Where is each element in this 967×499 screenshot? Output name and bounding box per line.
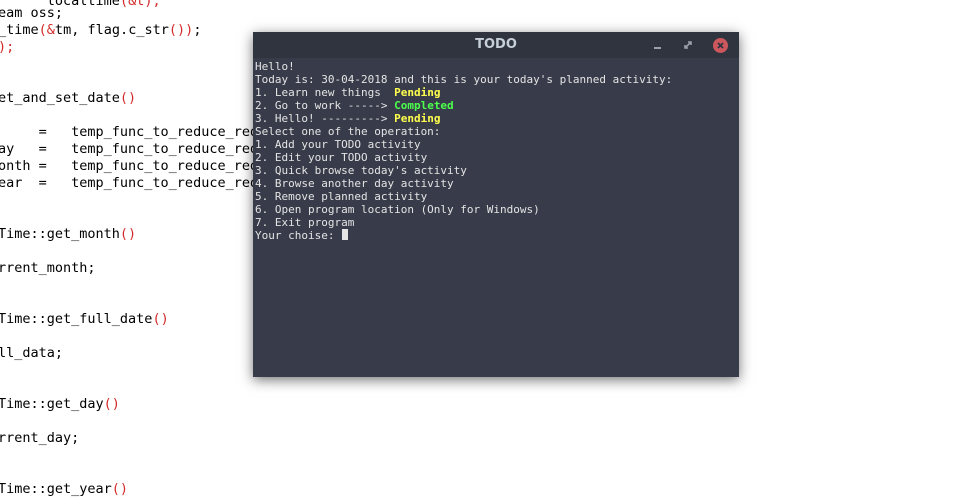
code-token: ()	[152, 311, 169, 327]
menu-option-add: 1. Add your TODO activity	[255, 138, 421, 151]
code-line: Time::get_full_date()	[0, 311, 169, 328]
code-line: rrent_month;	[0, 260, 96, 277]
code-token: Time::get_month	[0, 226, 120, 242]
activity-line: 2. Go to work -----> Completed	[255, 99, 737, 112]
code-token: Time::get_full_date	[0, 311, 153, 327]
select-prompt: Select one of the operation:	[255, 125, 441, 138]
close-button[interactable]	[713, 38, 728, 53]
code-line: rrent_day;	[0, 430, 79, 447]
code-token: ()	[119, 226, 137, 242]
code-token: et_and_set_date	[0, 90, 120, 106]
code-token: eam oss;	[0, 5, 64, 21]
terminal-output[interactable]: Hello! Today is: 30-04-2018 and this is …	[255, 60, 737, 375]
status-badge: Pending	[394, 112, 441, 125]
window-title: TODO	[475, 37, 517, 52]
todo-terminal-window[interactable]: TODO Hello! Today is: 30-04-2018 and thi…	[253, 32, 739, 377]
code-token: Time::get_day	[0, 396, 104, 412]
code-line: Time::get_year()	[0, 481, 128, 498]
menu-option-browse-day: 4. Browse another day activity	[255, 177, 454, 190]
code-token: ay = temp_func_to_reduce_red	[0, 141, 259, 157]
code-token: = temp_func_to_reduce_red	[0, 124, 259, 140]
code-line: );	[0, 39, 14, 56]
code-token: ll_data;	[0, 345, 64, 361]
code-token: onth = temp_func_to_reduce_red	[0, 158, 259, 174]
code-token: (&t);	[119, 0, 161, 9]
code-line: et_and_set_date()	[0, 90, 136, 107]
greeting-line: Hello!	[255, 60, 295, 73]
window-titlebar[interactable]: TODO	[253, 32, 739, 58]
today-line: Today is: 30-04-2018 and this is your to…	[255, 73, 673, 86]
status-badge: Completed	[394, 99, 454, 112]
code-token: ()	[111, 481, 129, 497]
activity-text: 2. Go to work ----->	[255, 99, 395, 112]
menu-option-open-location: 6. Open program location (Only for Windo…	[255, 203, 540, 216]
activity-text: 3. Hello! --------->	[255, 112, 395, 125]
code-token: );	[0, 39, 15, 55]
close-icon	[717, 42, 724, 49]
minimize-button[interactable]	[651, 38, 665, 52]
code-line: _time(&tm, flag.c_str());	[0, 22, 201, 39]
code-line: ear = temp_func_to_reduce_red	[0, 175, 258, 192]
code-token: Time::get_year	[0, 481, 112, 497]
code-line: Time::get_month()	[0, 226, 136, 243]
maximize-icon	[684, 41, 692, 49]
code-line: eam oss;	[0, 5, 63, 22]
code-line: Time::get_day()	[0, 396, 120, 413]
menu-option-remove: 5. Remove planned activity	[255, 190, 428, 203]
choice-input-line[interactable]: Your choise:	[255, 229, 737, 242]
menu-option-quick-browse: 3. Quick browse today's activity	[255, 164, 467, 177]
code-line: onth = temp_func_to_reduce_red	[0, 158, 258, 175]
code-line: = temp_func_to_reduce_red	[0, 124, 258, 141]
status-badge: Pending	[394, 86, 441, 99]
menu-option-edit: 2. Edit your TODO activity	[255, 151, 428, 164]
code-line: ay = temp_func_to_reduce_red	[0, 141, 258, 158]
activity-line: 1. Learn new things Pending	[255, 86, 737, 99]
code-token: ()	[119, 90, 137, 106]
code-token: _time	[0, 22, 39, 38]
code-token: ear = temp_func_to_reduce_red	[0, 175, 259, 191]
activity-line: 3. Hello! ---------> Pending	[255, 112, 737, 125]
code-token: rrent_month;	[0, 260, 96, 276]
code-line: ll_data;	[0, 345, 63, 362]
activity-text: 1. Learn new things	[255, 86, 395, 99]
code-token: (&tm, flag.c_str());	[38, 22, 202, 38]
choice-prompt: Your choise:	[255, 229, 342, 242]
code-token: ()	[103, 396, 120, 412]
menu-option-exit: 7. Exit program	[255, 216, 355, 229]
maximize-button[interactable]	[681, 38, 695, 52]
code-token: rrent_day;	[0, 430, 80, 446]
text-cursor[interactable]	[342, 229, 349, 240]
